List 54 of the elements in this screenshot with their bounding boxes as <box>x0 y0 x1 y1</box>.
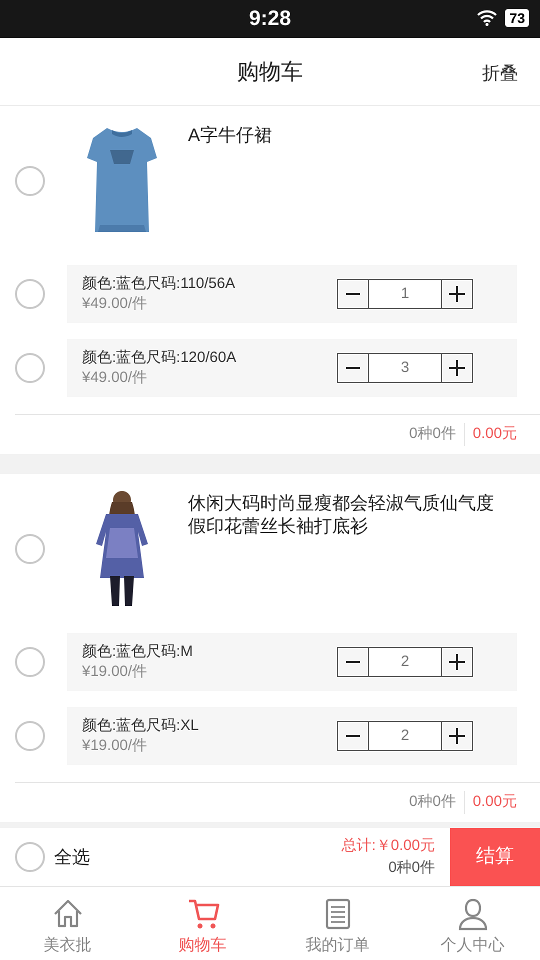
decrement-button[interactable] <box>338 354 369 382</box>
decrement-button[interactable] <box>338 722 369 750</box>
tab-item[interactable]: 个人中心 <box>405 887 540 960</box>
radio-button[interactable] <box>15 353 45 383</box>
quantity-field[interactable]: 1 <box>369 280 441 308</box>
variant-price: ¥19.00/件 <box>82 736 148 756</box>
item-count: 0种0件 <box>409 423 465 446</box>
item-count: 0种0件 <box>409 791 465 814</box>
quantity-field[interactable]: 2 <box>369 648 441 676</box>
tab-item[interactable]: 美衣批 <box>0 887 135 960</box>
collapse-button[interactable]: 折叠 <box>482 60 518 87</box>
battery-level: 73 <box>505 9 529 27</box>
product-name[interactable]: 休闲大码时尚显瘦都会轻淑气质仙气度假印花蕾丝长袖打底衫 <box>188 492 508 538</box>
plus-icon <box>449 286 465 302</box>
checkout-button[interactable]: 结算 <box>450 828 540 886</box>
increment-button[interactable] <box>441 354 472 382</box>
minus-icon <box>346 367 360 369</box>
variant-spec: 颜色:蓝色尺码:XL <box>82 716 200 736</box>
increment-button[interactable] <box>441 280 472 308</box>
quantity-field[interactable]: 2 <box>369 722 441 750</box>
radio-button[interactable] <box>15 721 45 751</box>
variant-spec: 颜色:蓝色尺码:110/56A <box>82 274 236 294</box>
variant-spec: 颜色:蓝色尺码:120/60A <box>82 348 238 368</box>
tab-item[interactable]: 我的订单 <box>270 887 405 960</box>
increment-button[interactable] <box>441 648 472 676</box>
variant-price: ¥19.00/件 <box>82 662 148 682</box>
plus-icon <box>449 728 465 744</box>
variant-price: ¥49.00/件 <box>82 294 148 314</box>
subtotal-amount: 0.00元 <box>472 792 517 812</box>
quantity-field[interactable]: 3 <box>369 354 441 382</box>
radio-button[interactable] <box>15 166 45 196</box>
radio-button[interactable] <box>15 842 45 872</box>
subtotal-amount: 0.00元 <box>472 424 517 444</box>
radio-button[interactable] <box>15 534 45 564</box>
product-name[interactable]: A字牛仔裙 <box>188 124 508 147</box>
minus-icon <box>346 661 360 663</box>
variant-spec: 颜色:蓝色尺码:M <box>82 642 194 662</box>
select-all-label[interactable]: 全选 <box>54 844 90 870</box>
total-count: 0种0件 <box>388 858 435 878</box>
decrement-button[interactable] <box>338 280 369 308</box>
wifi-icon <box>477 10 498 26</box>
plus-icon <box>449 360 465 376</box>
tab-item[interactable]: 购物车 <box>135 887 270 960</box>
minus-icon <box>346 735 360 737</box>
decrement-button[interactable] <box>338 648 369 676</box>
page-title: 购物车 <box>237 58 303 86</box>
total-amount: 总计:￥0.00元 <box>342 836 435 856</box>
variant-price: ¥49.00/件 <box>82 368 148 388</box>
clock: 9:28 <box>248 6 292 32</box>
minus-icon <box>346 293 360 295</box>
radio-button[interactable] <box>15 647 45 677</box>
radio-button[interactable] <box>15 279 45 309</box>
increment-button[interactable] <box>441 722 472 750</box>
plus-icon <box>449 654 465 670</box>
